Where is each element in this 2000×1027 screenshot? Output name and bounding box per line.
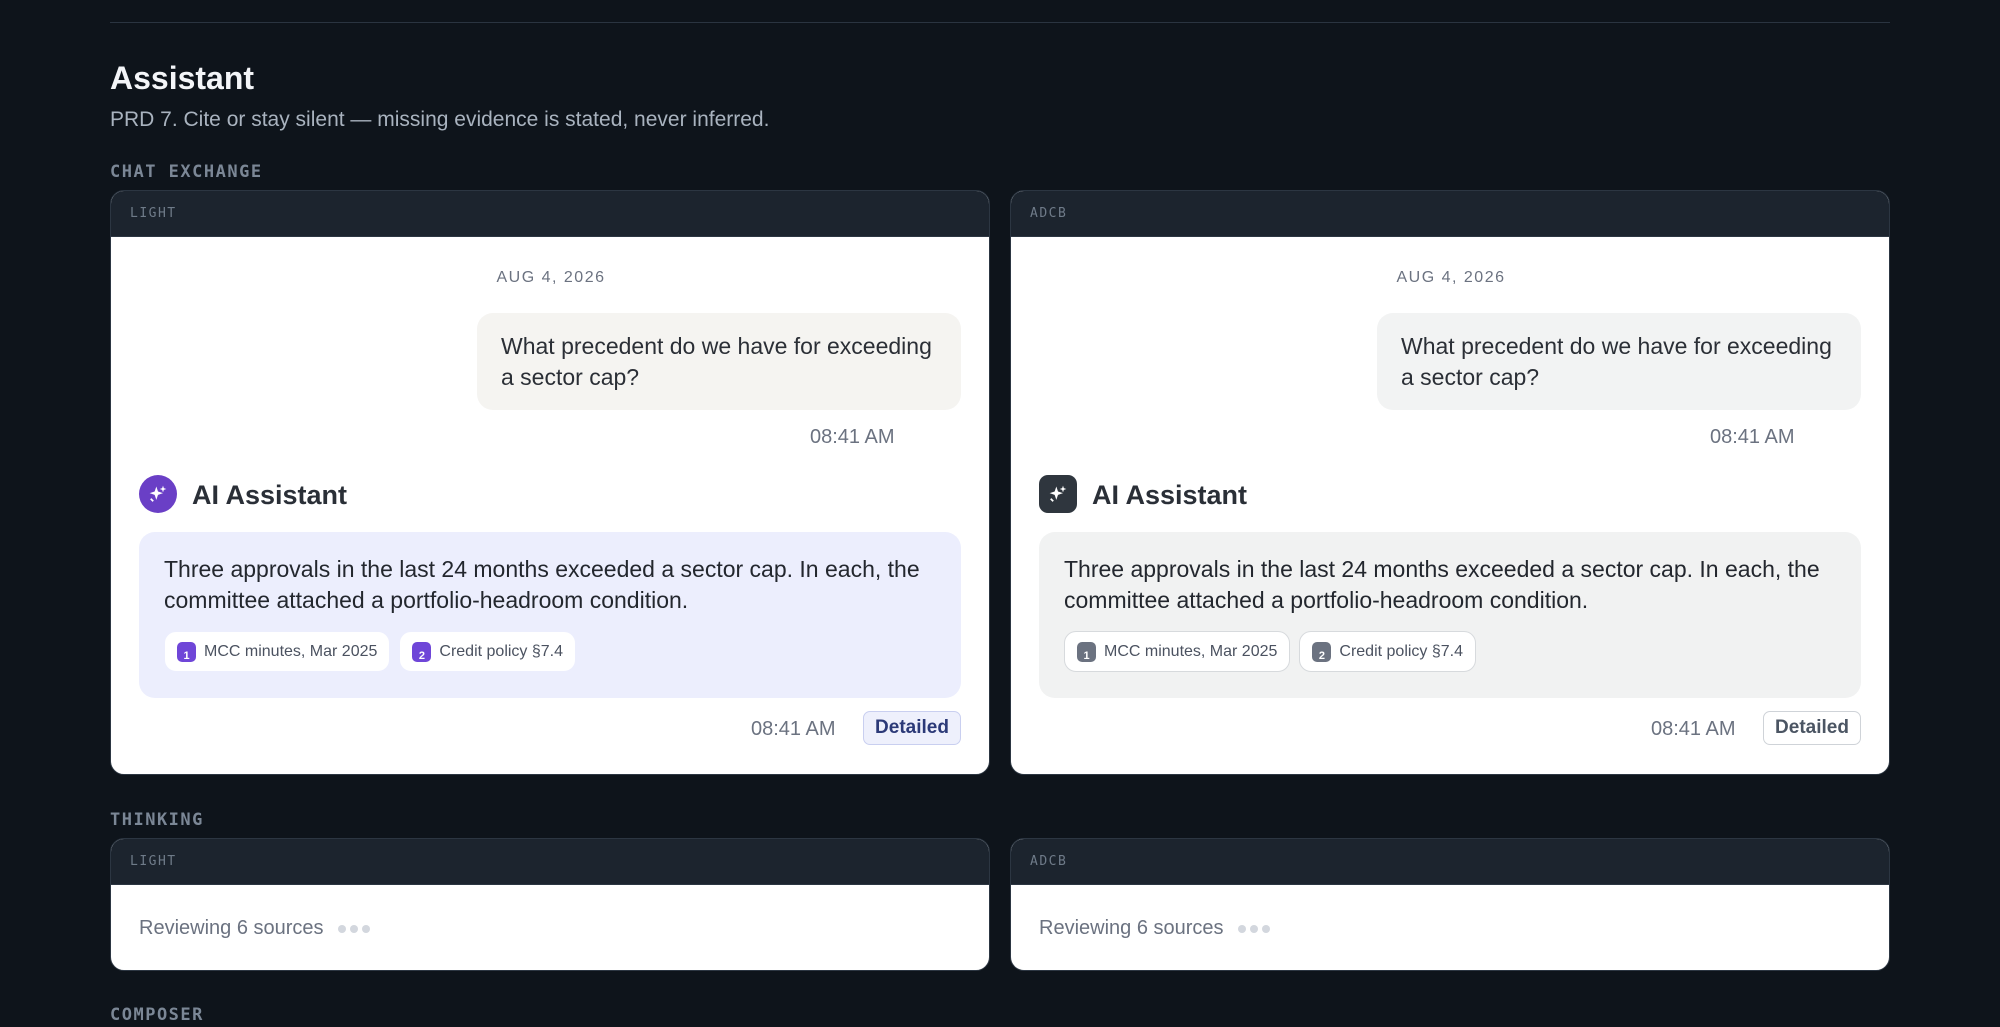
thinking-panel-adcb: ADCB Reviewing 6 sources: [1010, 838, 1890, 971]
panel-theme-label: LIGHT: [111, 839, 989, 885]
user-message-time: 08:41 AM: [1710, 426, 1795, 448]
assistant-message-text: Three approvals in the last 24 months ex…: [1064, 556, 1820, 613]
assistant-message: Three approvals in the last 24 months ex…: [139, 532, 961, 698]
loading-dots: [337, 924, 370, 933]
section-label-chat-exchange: CHAT EXCHANGE: [110, 162, 263, 182]
sparkles-icon: [149, 485, 167, 502]
loading-dot: [1237, 924, 1246, 933]
top-divider: [110, 22, 1890, 23]
panel-theme-label: LIGHT: [111, 191, 989, 237]
user-message: What precedent do we have for exceeding …: [477, 313, 961, 410]
citation-label: MCC minutes, Mar 2025: [1104, 642, 1278, 660]
assistant-message: Three approvals in the last 24 months ex…: [1039, 532, 1861, 698]
sparkles-icon: [1049, 485, 1067, 502]
section-label-thinking: THINKING: [110, 810, 204, 830]
loading-dots: [1237, 924, 1270, 933]
chat-panel-adcb: ADCB AUG 4, 2026 What precedent do we ha…: [1010, 190, 1890, 775]
date-divider: AUG 4, 2026: [1396, 269, 1506, 286]
section-label-composer: COMPOSER: [110, 1005, 204, 1025]
assistant-message-text: Three approvals in the last 24 months ex…: [164, 556, 920, 613]
assistant-avatar: [1039, 475, 1077, 513]
detailed-button[interactable]: Detailed: [863, 711, 961, 745]
citation-list: 1 MCC minutes, Mar 2025 2 Credit policy …: [164, 631, 936, 672]
citation-label: Credit policy §7.4: [1339, 642, 1464, 660]
thinking-indicator: Reviewing 6 sources: [1039, 917, 1270, 940]
loading-dot: [337, 924, 346, 933]
citation-label: Credit policy §7.4: [439, 642, 564, 660]
thinking-status: Reviewing 6 sources: [139, 917, 324, 939]
citation-number: 1: [1077, 641, 1096, 662]
thinking-panel-light: LIGHT Reviewing 6 sources: [110, 838, 990, 971]
citation-list: 1 MCC minutes, Mar 2025 2 Credit policy …: [1064, 631, 1836, 672]
panel-theme-label: ADCB: [1011, 191, 1889, 237]
thinking-status: Reviewing 6 sources: [1039, 917, 1224, 939]
citation-number: 1: [177, 641, 196, 662]
user-message-time: 08:41 AM: [810, 426, 895, 448]
panel-theme-label: ADCB: [1011, 839, 1889, 885]
assistant-name: AI Assistant: [192, 480, 348, 510]
citation-chip[interactable]: 1 MCC minutes, Mar 2025: [1064, 631, 1291, 672]
citation-chip[interactable]: 2 Credit policy §7.4: [399, 631, 577, 672]
page-title: Assistant: [110, 60, 255, 96]
assistant-message-time: 08:41 AM: [1651, 718, 1736, 740]
assistant-message-time: 08:41 AM: [751, 718, 836, 740]
citation-label: MCC minutes, Mar 2025: [204, 642, 378, 660]
detailed-button[interactable]: Detailed: [1763, 711, 1861, 745]
date-divider: AUG 4, 2026: [496, 269, 606, 286]
assistant-avatar: [139, 475, 177, 513]
citation-number: 2: [412, 641, 432, 662]
citation-chip[interactable]: 1 MCC minutes, Mar 2025: [164, 631, 391, 672]
citation-number: 2: [1312, 641, 1332, 662]
loading-dot: [349, 924, 358, 933]
citation-chip[interactable]: 2 Credit policy §7.4: [1299, 631, 1477, 672]
loading-dot: [361, 924, 370, 933]
assistant-name: AI Assistant: [1092, 480, 1248, 510]
loading-dot: [1249, 924, 1258, 933]
page-subtitle: PRD 7. Cite or stay silent — missing evi…: [110, 108, 770, 131]
thinking-indicator: Reviewing 6 sources: [139, 917, 370, 940]
chat-panel-light: LIGHT AUG 4, 2026 What precedent do we h…: [110, 190, 990, 775]
loading-dot: [1261, 924, 1270, 933]
user-message: What precedent do we have for exceeding …: [1377, 313, 1861, 410]
